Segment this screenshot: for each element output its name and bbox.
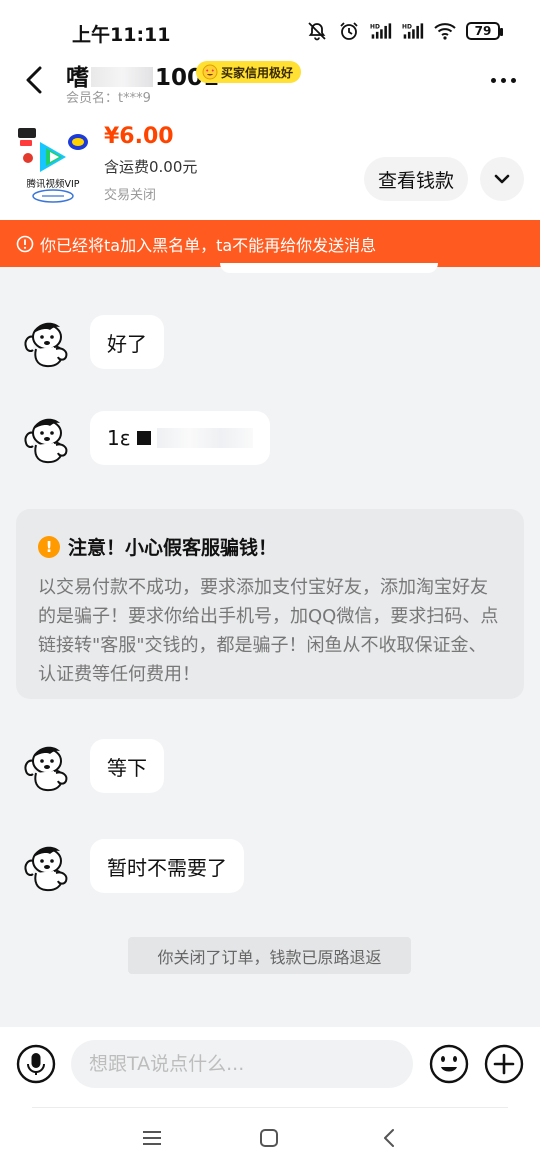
heart-eyes-emoji-icon [202,64,218,80]
status-bar: 上午11:11 HD HD 79 [0,0,540,60]
alarm-icon [338,20,360,42]
dot-icon [490,77,496,83]
svg-text:HD: HD [402,24,412,30]
voice-input-button[interactable] [16,1044,56,1084]
product-thumb-label: 腾讯视频VIP [26,178,79,190]
more-options-button[interactable] [486,66,520,94]
chevron-left-icon [384,1129,394,1147]
warning-title-text: 注意！小心假客服骗钱！ [68,537,278,559]
chat-header: 嗜 1001 买家信用极好 会员名：t***9 [0,60,540,108]
divider [32,1107,508,1108]
chevron-down-icon [494,174,510,184]
credit-badge-label: 买家信用极好 [221,65,294,80]
warning-body: 以交易付款不成功，要求添加支付宝好友，添加淘宝好友的是骗子！要求你给出手机号，加… [38,577,499,685]
warning-title: ! 注意！小心假客服骗钱！ [38,533,502,560]
back-button[interactable] [18,62,50,98]
mute-bell-icon [306,20,328,42]
redacted-text [91,67,153,87]
redacted-text [136,431,151,445]
view-payment-button[interactable]: 查看钱款 [364,157,468,201]
product-thumbnail[interactable]: 腾讯视频VIP [16,124,90,204]
member-id: 会员名：t***9 [66,91,151,106]
chat-area[interactable]: 好了 1ε ! 注意！小心假客服骗钱！ 以交易付款不成功，要求添加支付宝好友，添… [0,263,540,1027]
chevron-left-icon [26,66,42,94]
shipping-fee: 含运费0.00元 [104,158,198,176]
info-icon [16,235,34,252]
trade-status: 交易关闭 [104,188,157,203]
blacklist-banner: 你已经将ta加入黑名单，ta不能再给你发送消息 [0,220,540,267]
square-icon [260,1129,278,1147]
message-row: 等下 [20,737,164,795]
dot-icon [500,77,506,83]
system-nav-bar [0,1107,540,1170]
product-card[interactable]: 腾讯视频VIP ¥6.00 含运费0.00元 交易关闭 查看钱款 [0,108,540,220]
status-time: 上午11:11 [72,24,171,46]
hd-signal-icon: HD [370,20,392,42]
message-row: 好了 [20,313,164,371]
microphone-icon [31,1053,41,1068]
warning-icon: ! [38,535,60,558]
hd-signal-icon: HD [402,20,424,42]
recent-apps-button[interactable] [137,1123,167,1153]
message-bubble[interactable]: 1ε [90,411,270,465]
input-bar [0,1027,540,1107]
message-row: 暂时不需要了 [20,837,244,895]
home-button[interactable] [254,1123,284,1153]
battery-icon: 79 [466,22,503,40]
avatar[interactable] [20,737,78,795]
credit-badge: 买家信用极好 [196,61,302,83]
svg-text:HD: HD [370,24,380,30]
product-price: ¥6.00 [104,124,174,149]
avatar[interactable] [20,837,78,895]
menu-icon [143,1131,161,1145]
blacklist-banner-text: 你已经将ta加入黑名单，ta不能再给你发送消息 [40,235,377,255]
system-back-button[interactable] [374,1123,404,1153]
more-actions-button[interactable] [484,1044,524,1084]
scam-warning-card: ! 注意！小心假客服骗钱！ 以交易付款不成功，要求添加支付宝好友，添加淘宝好友的… [16,509,524,699]
wifi-icon [434,20,456,42]
status-icons: HD HD 79 [306,20,503,42]
message-bubble[interactable]: 等下 [90,739,164,793]
expand-button[interactable] [480,157,524,201]
message-bubble[interactable]: 暂时不需要了 [90,839,244,893]
system-notice: 你关闭了订单，钱款已原路退返 [128,937,411,974]
avatar[interactable] [20,409,78,467]
message-row: 1ε [20,409,270,467]
message-input[interactable] [71,1040,413,1088]
message-bubble [220,263,438,273]
avatar[interactable] [20,313,78,371]
redacted-message: 1ε [107,426,253,450]
redacted-text [156,428,253,448]
emoji-button[interactable] [429,1044,469,1084]
message-text: 1ε [107,426,131,450]
dot-icon [510,77,516,83]
message-bubble[interactable]: 好了 [90,315,164,369]
